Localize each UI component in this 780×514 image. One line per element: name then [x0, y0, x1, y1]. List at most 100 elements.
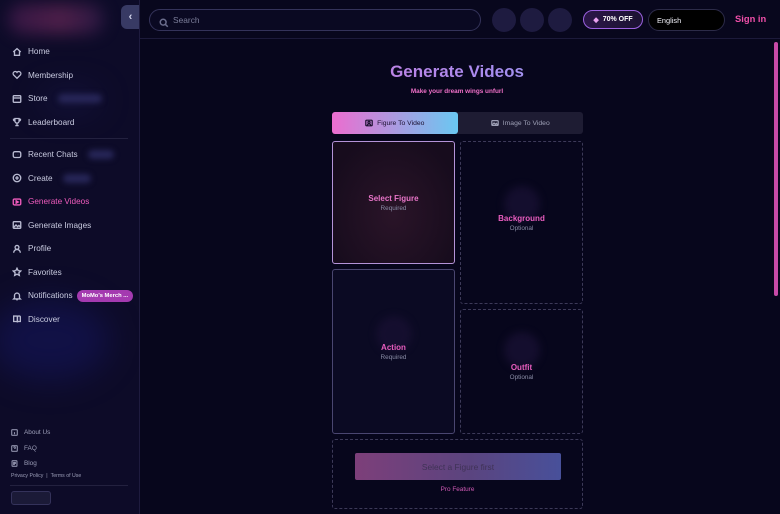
sidebar-item-label: Leaderboard	[28, 117, 75, 127]
heart-icon	[11, 70, 22, 81]
card-requirement: Required	[380, 204, 407, 212]
main-nav: Home Membership Store Leaderboard	[0, 40, 139, 135]
faq-link[interactable]: FAQ	[11, 441, 131, 457]
sidebar-item-label: Generate Videos	[28, 197, 90, 207]
sidebar-item-label: Generate Images	[28, 220, 92, 230]
sidebar-item-label: Discover	[28, 314, 60, 324]
main-content: Generate Videos Make your dream wings un…	[140, 40, 780, 514]
card-requirement: Required	[380, 353, 407, 361]
top-bar: ◆ 70% OFF English Sign in	[140, 0, 780, 39]
plus-circle-icon	[11, 173, 22, 184]
notification-badge[interactable]: MoMo's Merch ...	[76, 289, 134, 302]
sidebar-item-create[interactable]: Create	[0, 167, 139, 191]
sidebar-item-label: Notifications	[28, 291, 73, 301]
about-us-link[interactable]: About Us	[11, 425, 131, 441]
sidebar-item-home[interactable]: Home	[0, 40, 139, 64]
sidebar-item-notifications[interactable]: Notifications MoMo's Merch ...	[0, 284, 139, 308]
sidebar-item-generate-videos[interactable]: Generate Videos	[0, 190, 139, 214]
tag-icon: ◆	[593, 16, 599, 24]
info-icon	[11, 429, 18, 437]
header-icon-button[interactable]	[520, 8, 544, 32]
sidebar-item-profile[interactable]: Profile	[0, 237, 139, 261]
action-card[interactable]: Action Required	[332, 269, 455, 434]
tab-label: Image To Video	[502, 119, 550, 127]
card-title: Select Figure	[368, 193, 419, 203]
sidebar-item-label: Recent Chats	[28, 150, 78, 160]
blurred-promo	[62, 173, 91, 183]
secondary-nav: Recent Chats Create Generate Videos Gene…	[0, 143, 139, 332]
sidebar-item-favorites[interactable]: Favorites	[0, 261, 139, 285]
blog-label: Blog	[24, 460, 37, 468]
pro-feature-note: Pro Feature	[440, 486, 475, 493]
sidebar-bottom-widget[interactable]	[11, 491, 51, 505]
sign-in-link[interactable]: Sign in	[735, 13, 766, 24]
faq-label: FAQ	[24, 444, 37, 452]
header-icon-button[interactable]	[548, 8, 572, 32]
blog-link[interactable]: Blog	[11, 456, 131, 472]
tab-label: Figure To Video	[377, 119, 425, 127]
tab-image-to-video[interactable]: Image To Video	[458, 112, 584, 134]
sidebar-item-label: Favorites	[28, 267, 62, 277]
language-select[interactable]: English	[648, 9, 725, 31]
sidebar-item-label: Home	[28, 47, 50, 57]
terms-of-use-link[interactable]: Terms of Use	[51, 473, 82, 479]
store-icon	[11, 93, 22, 104]
star-icon	[11, 267, 22, 278]
search-input[interactable]	[173, 15, 463, 25]
blurred-promo	[87, 150, 114, 160]
page-title: Generate Videos	[140, 62, 774, 82]
tab-figure-to-video[interactable]: Figure To Video	[332, 112, 458, 134]
legal-links: Privacy Policy | Terms of Use	[11, 473, 131, 479]
logo[interactable]	[8, 4, 104, 34]
sidebar-item-label: Store	[28, 94, 48, 104]
document-icon	[11, 460, 18, 468]
card-title: Action	[381, 342, 406, 352]
blurred-promo	[57, 94, 102, 104]
legal-separator: |	[46, 472, 48, 479]
select-figure-card[interactable]: Select Figure Required	[332, 141, 455, 264]
card-requirement: Optional	[509, 373, 534, 381]
privacy-policy-link[interactable]: Privacy Policy	[11, 473, 43, 479]
sidebar-item-generate-images[interactable]: Generate Images	[0, 214, 139, 238]
background-card[interactable]: Background Optional	[460, 141, 583, 304]
card-title: Outfit	[510, 362, 533, 372]
user-icon	[11, 243, 22, 254]
search-bar[interactable]	[149, 9, 481, 31]
discount-button[interactable]: ◆ 70% OFF	[583, 10, 643, 29]
scrollbar[interactable]	[774, 42, 778, 296]
bell-icon	[11, 290, 22, 301]
generate-panel: Select a Figure first Pro Feature	[332, 439, 583, 509]
sidebar-divider	[10, 138, 128, 139]
question-icon	[11, 444, 18, 452]
sidebar-item-label: Profile	[28, 244, 52, 254]
figure-icon	[365, 119, 373, 127]
home-icon	[11, 46, 22, 57]
sidebar-item-recent-chats[interactable]: Recent Chats	[0, 143, 139, 167]
image-icon	[490, 120, 499, 126]
header-icon-button[interactable]	[492, 8, 516, 32]
chevron-left-icon: ‹	[128, 11, 133, 23]
sidebar-item-label: Create	[28, 173, 53, 183]
chat-icon	[11, 149, 22, 160]
about-us-label: About Us	[24, 429, 51, 437]
sidebar-item-membership[interactable]: Membership	[0, 64, 139, 88]
sidebar-item-discover[interactable]: Discover	[0, 308, 139, 332]
trophy-icon	[11, 117, 22, 128]
generate-button[interactable]: Select a Figure first	[355, 453, 561, 480]
video-icon	[11, 196, 22, 207]
collapse-sidebar-button[interactable]: ‹	[121, 5, 139, 29]
sidebar-divider	[10, 485, 128, 486]
compass-icon	[11, 314, 22, 325]
sidebar: ‹ Home Membership Store Leaderboard Rece…	[0, 0, 140, 514]
sidebar-item-leaderboard[interactable]: Leaderboard	[0, 111, 139, 135]
card-title: Background	[498, 213, 545, 223]
discount-label: 70% OFF	[602, 16, 633, 23]
sidebar-item-store[interactable]: Store	[0, 87, 139, 111]
language-label: English	[657, 15, 682, 25]
sidebar-footer: About Us FAQ Blog Privacy Policy | Terms o…	[11, 425, 131, 479]
card-requirement: Optional	[509, 224, 534, 232]
sidebar-item-label: Membership	[28, 70, 74, 80]
outfit-card[interactable]: Outfit Optional	[460, 309, 583, 434]
mode-tabs: Figure To Video Image To Video	[332, 112, 583, 134]
page-subtitle: Make your dream wings unfurl	[410, 88, 504, 95]
